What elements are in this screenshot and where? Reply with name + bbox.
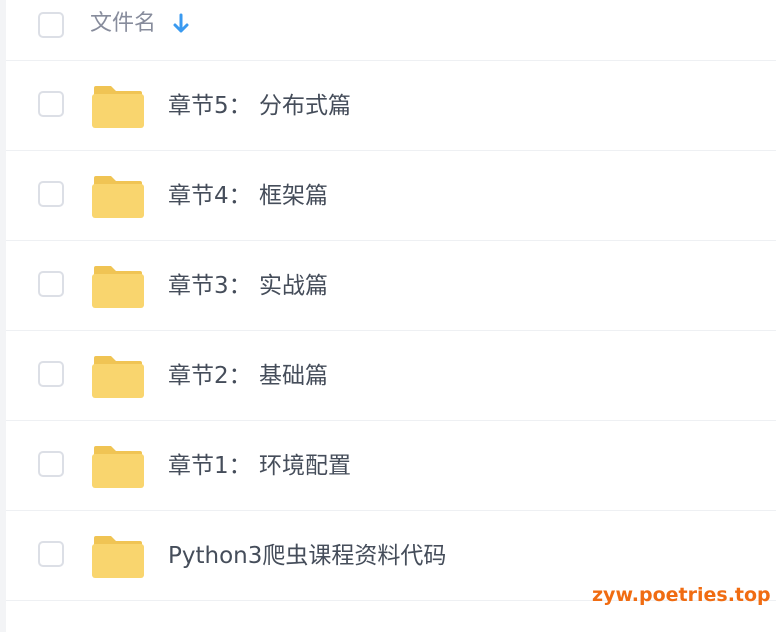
row-checkbox[interactable] <box>38 451 64 477</box>
row-checkbox[interactable] <box>38 91 64 117</box>
file-name[interactable]: 章节2： 基础篇 <box>168 360 328 392</box>
file-row[interactable]: 章节2： 基础篇 <box>6 331 776 421</box>
file-name[interactable]: 章节1： 环境配置 <box>168 450 351 482</box>
file-row[interactable]: 章节3： 实战篇 <box>6 241 776 331</box>
file-list-header: 文件名 <box>6 0 776 61</box>
file-row[interactable]: 章节1： 环境配置 <box>6 421 776 511</box>
file-name[interactable]: 章节5： 分布式篇 <box>168 90 351 122</box>
file-row[interactable]: 章节4： 框架篇 <box>6 151 776 241</box>
row-checkbox[interactable] <box>38 181 64 207</box>
row-checkbox[interactable] <box>38 271 64 297</box>
folder-icon <box>92 86 144 128</box>
row-checkbox[interactable] <box>38 361 64 387</box>
folder-icon <box>92 536 144 578</box>
folder-icon <box>92 446 144 488</box>
folder-icon <box>92 356 144 398</box>
folder-icon <box>92 176 144 218</box>
column-header-filename[interactable]: 文件名 <box>90 9 156 39</box>
select-all-checkbox[interactable] <box>38 12 64 38</box>
file-name[interactable]: Python3爬虫课程资料代码 <box>168 540 446 572</box>
file-list-panel: 文件名 章节5： 分布式篇 章节4： 框架篇 章节3： 实战篇 章节2： 基础篇… <box>6 0 776 632</box>
arrow-down-icon[interactable] <box>172 12 190 36</box>
watermark: zyw.poetries.top <box>592 584 771 606</box>
file-row[interactable]: 章节5： 分布式篇 <box>6 61 776 151</box>
folder-icon <box>92 266 144 308</box>
row-checkbox[interactable] <box>38 541 64 567</box>
file-name[interactable]: 章节4： 框架篇 <box>168 180 328 212</box>
file-name[interactable]: 章节3： 实战篇 <box>168 270 328 302</box>
